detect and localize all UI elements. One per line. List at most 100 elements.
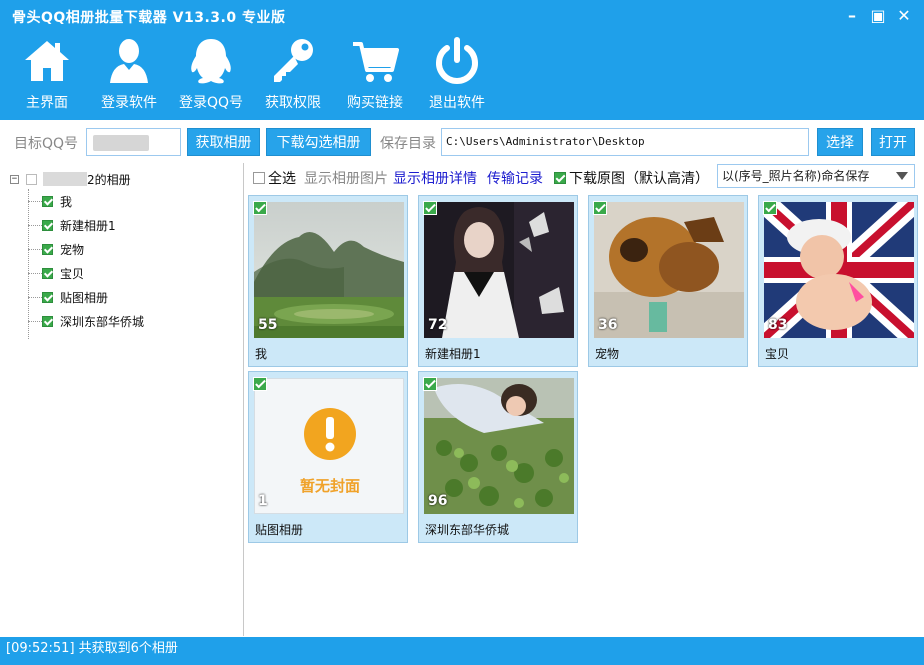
root-account-redacted [43, 172, 87, 186]
title-toolbar-band: 骨头QQ相册批量下载器 V13.3.0 专业版 – ▣ ✕ 主界面 登录软件 登… [0, 0, 924, 120]
tree-item[interactable]: 深圳东部华侨城 [28, 313, 144, 329]
album-selected-checkbox[interactable] [253, 377, 267, 391]
select-all-checkbox[interactable]: 全选 [253, 168, 296, 188]
album-card[interactable]: 83 宝贝 [758, 195, 918, 367]
album-photo-count: 1 [258, 493, 268, 509]
tree-item-label: 贴图相册 [60, 290, 109, 305]
album-name: 宝贝 [765, 347, 790, 361]
album-tree: − 2的相册 我 新建相册1 宠物 宝贝 贴图相册 深圳东部华侨城 [8, 163, 244, 636]
toolbar-login-qq-label: 登录QQ号 [178, 95, 244, 111]
download-original-checkbox[interactable]: 下载原图（默认高清） [554, 168, 709, 188]
album-name: 我 [255, 347, 268, 361]
tree-item[interactable]: 新建相册1 [28, 217, 116, 233]
tree-branch-line [28, 320, 42, 322]
power-icon [436, 37, 478, 84]
album-name: 宠物 [595, 347, 620, 361]
tree-item[interactable]: 宠物 [28, 241, 84, 257]
tree-item-label: 宝贝 [60, 266, 85, 281]
album-photo-count: 72 [428, 317, 448, 333]
album-photo-count: 83 [768, 317, 788, 333]
tree-item[interactable]: 宝贝 [28, 265, 84, 281]
toolbar-login-software-label: 登录软件 [101, 95, 157, 111]
status-bar: [09:52:51] 共获取到6个相册 [0, 637, 924, 665]
select-all-label: 全选 [268, 171, 296, 187]
dropdown-arrow-icon[interactable] [896, 172, 908, 180]
save-dir-label: 保存目录 [380, 136, 436, 152]
root-checkbox[interactable] [26, 173, 37, 185]
album-selected-checkbox[interactable] [423, 201, 437, 215]
save-path-input[interactable]: C:\Users\Administrator\Desktop [441, 128, 809, 156]
tree-item-checkbox[interactable] [42, 243, 53, 255]
album-card[interactable]: 55 我 [248, 195, 408, 367]
tree-item-checkbox[interactable] [42, 291, 53, 303]
tree-item-checkbox[interactable] [42, 267, 53, 279]
naming-select[interactable]: 以(序号_照片名称)命名保存 [717, 164, 915, 188]
fetch-albums-button[interactable]: 获取相册 [187, 128, 260, 156]
tree-item-label: 深圳东部华侨城 [60, 314, 145, 329]
naming-select-value: 以(序号_照片名称)命名保存 [722, 169, 870, 183]
transfer-log-link[interactable]: 传输记录 [487, 168, 543, 188]
toolbar-login-qq[interactable]: 登录QQ号 [170, 32, 252, 116]
toolbar-get-permission[interactable]: 获取权限 [252, 32, 334, 116]
key-icon [274, 39, 313, 82]
album-options-bar: 全选 显示相册图片 显示相册详情 传输记录 下载原图（默认高清） 以(序号_照片… [245, 163, 924, 191]
window-title: 骨头QQ相册批量下载器 V13.3.0 专业版 [12, 10, 286, 26]
toolbar-exit[interactable]: 退出软件 [416, 32, 498, 116]
download-original-box[interactable] [554, 172, 566, 184]
album-photo-count: 55 [258, 317, 278, 333]
tree-item-checkbox[interactable] [42, 315, 53, 327]
toolbar-login-software[interactable]: 登录软件 [88, 32, 170, 116]
qq-input[interactable] [86, 128, 181, 156]
album-card[interactable]: 暂无封面 1 贴图相册 [248, 371, 408, 543]
toolbar-buy-link-label: 购买链接 [347, 95, 403, 111]
choose-button[interactable]: 选择 [817, 128, 863, 156]
show-images-option[interactable]: 显示相册图片 [304, 168, 388, 188]
tree-item-label: 我 [60, 194, 73, 209]
tree-item-checkbox[interactable] [42, 195, 53, 207]
toolbar-get-permission-label: 获取权限 [265, 95, 321, 111]
cart-icon [353, 42, 399, 82]
minimize-button[interactable]: – [840, 6, 864, 26]
tree-root[interactable]: − 2的相册 [10, 171, 131, 187]
main-toolbar: 主界面 登录软件 登录QQ号 获取权限 购买链接 退出软件 [6, 32, 498, 116]
tree-branch-line [28, 248, 42, 250]
collapse-icon[interactable]: − [10, 174, 19, 184]
album-name: 贴图相册 [255, 523, 304, 537]
tree-branch-line [28, 272, 42, 274]
download-original-label: 下载原图（默认高清） [569, 171, 709, 187]
qq-penguin-icon [191, 39, 231, 84]
download-selected-button[interactable]: 下载勾选相册 [266, 128, 371, 156]
album-selected-checkbox[interactable] [593, 201, 607, 215]
album-selected-checkbox[interactable] [423, 377, 437, 391]
album-grid: 55 我 72 新建相册1 36 宠物 83 宝贝 暂无封面 1 贴图相册 96… [245, 191, 924, 636]
album-photo-count: 36 [598, 317, 618, 333]
tree-item[interactable]: 贴图相册 [28, 289, 108, 305]
toolbar-exit-label: 退出软件 [429, 95, 485, 111]
maximize-button[interactable]: ▣ [866, 6, 890, 26]
tree-branch-line [28, 296, 42, 298]
user-icon [110, 39, 148, 83]
album-cover: 暂无封面 [254, 378, 404, 514]
album-photo-count: 96 [428, 493, 448, 509]
tree-item-label: 新建相册1 [60, 218, 116, 233]
toolbar-home[interactable]: 主界面 [6, 32, 88, 116]
home-icon [25, 41, 69, 81]
album-card[interactable]: 96 深圳东部华侨城 [418, 371, 578, 543]
album-name: 深圳东部华侨城 [425, 523, 510, 537]
tree-item-checkbox[interactable] [42, 219, 53, 231]
show-details-link[interactable]: 显示相册详情 [393, 168, 477, 188]
window-controls: – ▣ ✕ [840, 6, 916, 26]
toolbar-buy-link[interactable]: 购买链接 [334, 32, 416, 116]
album-card[interactable]: 36 宠物 [588, 195, 748, 367]
album-selected-checkbox[interactable] [253, 201, 267, 215]
tree-branch-line [28, 200, 42, 202]
control-row: 目标QQ号 获取相册 下载勾选相册 保存目录 C:\Users\Administ… [0, 120, 924, 162]
album-name: 新建相册1 [425, 347, 481, 361]
open-button[interactable]: 打开 [871, 128, 915, 156]
album-card[interactable]: 72 新建相册1 [418, 195, 578, 367]
tree-item[interactable]: 我 [28, 193, 72, 209]
root-label: 2的相册 [87, 172, 131, 187]
select-all-box[interactable] [253, 172, 265, 184]
close-button[interactable]: ✕ [892, 6, 916, 26]
album-selected-checkbox[interactable] [763, 201, 777, 215]
